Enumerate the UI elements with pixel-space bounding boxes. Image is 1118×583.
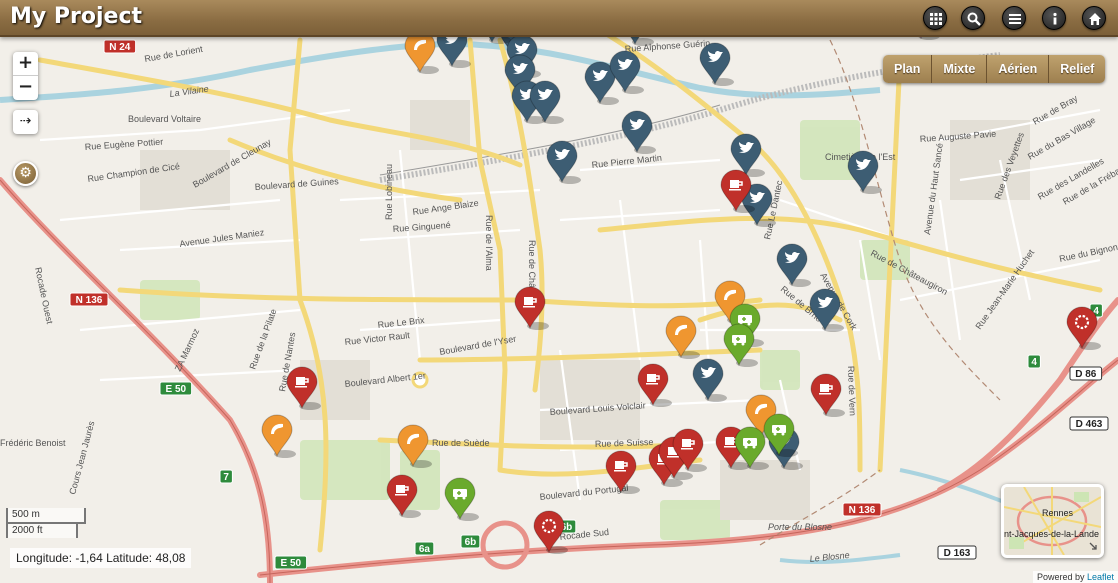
routing-arrow-button[interactable]: ⇢ <box>13 110 38 134</box>
road-badge: N 24 <box>103 39 137 54</box>
app-title: My Project <box>10 4 142 29</box>
street-label: Frédéric Benoist <box>0 438 66 448</box>
road-badge-label: N 136 <box>76 295 103 306</box>
coordinates-readout: Longitude: -1,64 Latitude: 48,08 <box>10 548 192 568</box>
road-badge: 6b <box>460 534 481 549</box>
road-badge-label: N 24 <box>109 42 131 53</box>
layer-mixte-button[interactable]: Mixte <box>932 55 988 83</box>
street-label: Rue Lobineau <box>384 164 394 220</box>
minimap[interactable]: Rennes nt-Jacques-de-la-Lande <box>1001 484 1104 558</box>
minimap-label-saint-jacques: nt-Jacques-de-la-Lande <box>1004 529 1100 539</box>
road-badge-label: 6a <box>419 544 431 555</box>
minimap-label-rennes: Rennes <box>1042 508 1074 518</box>
info-icon <box>1053 12 1057 25</box>
road-badge: D 463 <box>1069 416 1109 431</box>
home-button[interactable] <box>1082 6 1106 30</box>
street-label: Rue de Suisse <box>595 437 654 449</box>
layer-relief-button[interactable]: Relief <box>1049 55 1106 83</box>
home-icon <box>1089 13 1101 25</box>
search-icon <box>967 12 981 26</box>
attribution: Powered by Leaflet <box>1032 571 1118 583</box>
road-badge: N 136 <box>842 502 882 517</box>
grid-icon <box>930 13 942 25</box>
map-container[interactable]: Rue de Lorient La Vilaine Boulevard Voltai… <box>0 0 1118 583</box>
zoom-out-button[interactable]: − <box>13 76 38 100</box>
menu-button[interactable] <box>1002 6 1026 30</box>
layer-switcher: Plan Mixte Aérien Relief <box>883 55 1106 83</box>
road-badge: D 163 <box>937 545 977 560</box>
scale-bar: 500 m 2000 ft <box>6 508 86 538</box>
road-badge-label: E 50 <box>166 384 187 395</box>
layer-plan-button[interactable]: Plan <box>883 55 933 83</box>
road-badge-label: D 163 <box>944 548 971 559</box>
road-badge: 6a <box>414 541 435 556</box>
road-badge-label: D 463 <box>1076 419 1103 430</box>
road-badge: N 136 <box>69 292 109 307</box>
info-button[interactable] <box>1042 6 1066 30</box>
road-badge: E 50 <box>274 555 308 570</box>
search-button[interactable] <box>961 6 985 30</box>
road-badge: 7 <box>219 469 233 484</box>
leaflet-link[interactable]: Leaflet <box>1087 572 1114 582</box>
app-header: My Project <box>0 0 1118 37</box>
road-badge-label: E 50 <box>281 558 302 569</box>
road-badge-label: D 86 <box>1075 369 1097 380</box>
attribution-prefix: Powered by <box>1036 572 1087 582</box>
street-label: Rue de l'Alma <box>484 215 494 271</box>
minimap-thumbnail <box>1004 487 1101 555</box>
street-label: Porte du Blosne <box>768 522 832 532</box>
street-label: Rue de Suède <box>432 438 490 448</box>
zoom-in-button[interactable]: + <box>13 52 38 76</box>
road-badge: D 86 <box>1069 366 1103 381</box>
settings-button[interactable]: ⚙ <box>13 161 38 186</box>
road-badge-label: N 136 <box>849 505 876 516</box>
apps-button[interactable] <box>923 6 947 30</box>
list-icon <box>1009 14 1021 24</box>
road-badge: 4 <box>1027 354 1041 369</box>
zoom-control: + − <box>13 52 38 100</box>
scale-imperial: 2000 ft <box>6 522 78 538</box>
street-label: Boulevard Voltaire <box>128 114 201 124</box>
road-badge-label: 4 <box>1031 357 1037 368</box>
gear-icon: ⚙ <box>19 165 32 181</box>
street-label: Rue de Vern <box>846 366 858 416</box>
base-map[interactable]: Rue de LorientLa VilaineBoulevard Voltai… <box>0 0 1118 583</box>
layer-aerien-button[interactable]: Aérien <box>987 55 1050 83</box>
road-badge-label: 7 <box>223 472 229 483</box>
road-badge: E 50 <box>159 381 193 396</box>
road-badge-label: 6b <box>465 537 477 548</box>
